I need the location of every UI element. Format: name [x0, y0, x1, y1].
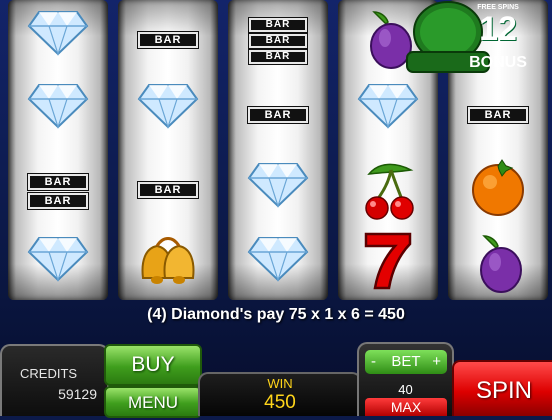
win-value: 450	[264, 392, 296, 413]
seven-icon	[364, 232, 412, 290]
slot-machine: BAR BAR BAR BAR BAR BAR BAR BAR FREE SPI…	[0, 0, 552, 418]
bonus-number: 12	[479, 10, 517, 48]
bar-symbol: BAR	[137, 181, 199, 199]
bar-symbol: BAR	[137, 31, 199, 49]
bar-symbol: BAR	[248, 49, 308, 65]
max-bet-button[interactable]: MAX	[365, 398, 447, 416]
buy-button[interactable]: BUY	[104, 344, 202, 386]
diamond-icon	[247, 163, 309, 208]
cherries-icon	[365, 163, 414, 220]
win-display: WIN 450	[198, 372, 362, 416]
diamond-icon	[137, 84, 199, 129]
bet-increase-button[interactable]: +	[432, 350, 441, 374]
bet-value: 40	[398, 382, 413, 397]
bar-symbol: BAR	[27, 173, 89, 191]
win-label: WIN	[267, 376, 293, 391]
reel-3: BAR BAR BAR BAR	[228, 0, 328, 300]
spin-button[interactable]: SPIN	[452, 360, 552, 416]
credits-display: CREDITS 59129	[0, 344, 109, 416]
diamond-icon	[247, 237, 309, 282]
plum-icon	[480, 235, 522, 293]
diamond-icon	[27, 84, 89, 129]
credits-label: CREDITS	[20, 366, 78, 381]
bonus-label: BONUS	[469, 54, 527, 71]
bet-decrease-button[interactable]: -	[371, 350, 376, 374]
menu-button[interactable]: MENU	[104, 386, 202, 418]
reel-2: BAR BAR	[118, 0, 218, 300]
reel-1: BAR BAR	[8, 0, 108, 300]
bar-symbol: BAR	[467, 106, 529, 124]
credits-value: 59129	[58, 386, 97, 402]
payline-message: (4) Diamond's pay 75 x 1 x 6 = 450	[147, 306, 405, 323]
diamond-icon	[27, 11, 89, 56]
bet-panel: - BET + 40 MAX	[357, 342, 454, 416]
reel-5: FREE SPINS 12 BONUS BAR	[406, 0, 548, 300]
bar-symbol: BAR	[247, 106, 309, 124]
bar-symbol: BAR	[27, 192, 89, 210]
diamond-icon	[357, 84, 419, 129]
bet-control: - BET +	[365, 350, 447, 374]
bar-symbol: BAR	[248, 33, 308, 49]
orange-icon	[472, 159, 524, 216]
diamond-icon	[27, 237, 89, 282]
bells-icon	[141, 237, 195, 284]
bet-label: BET	[391, 353, 421, 370]
bar-symbol: BAR	[248, 17, 308, 33]
